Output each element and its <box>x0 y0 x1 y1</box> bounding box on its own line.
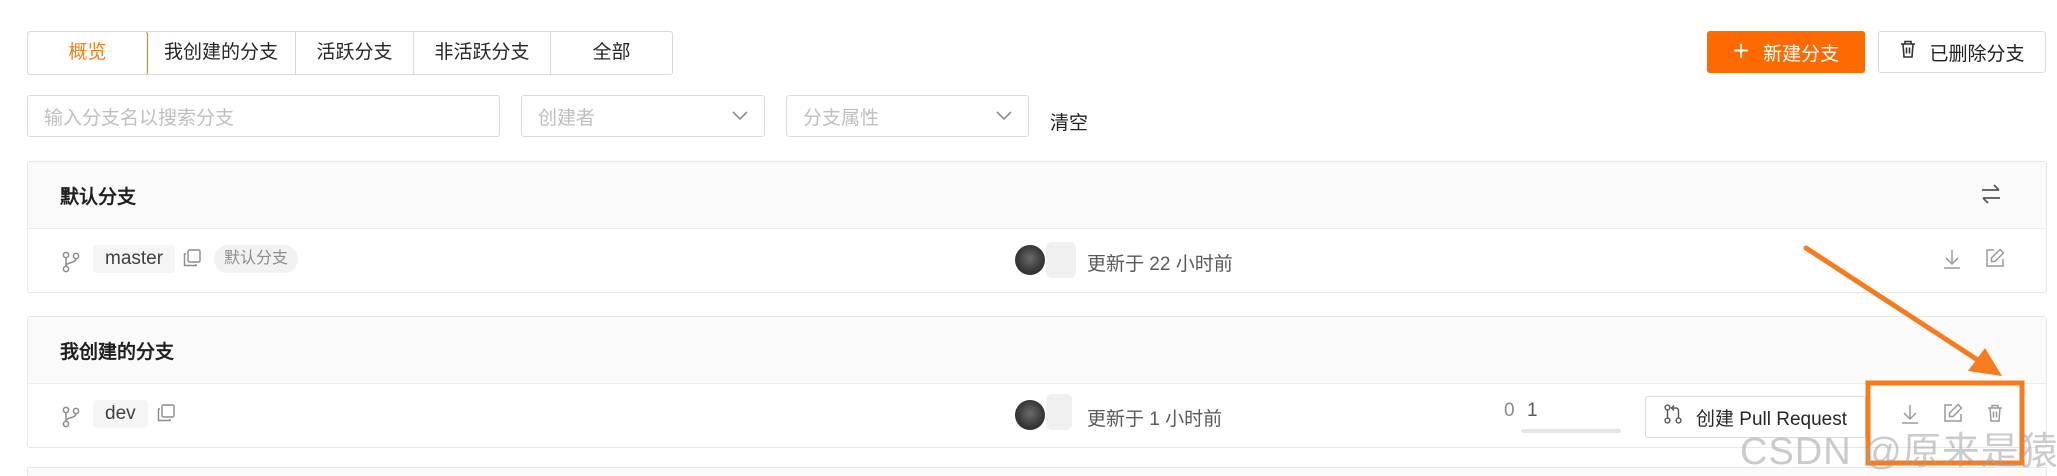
annotation-overlay <box>1803 245 2025 466</box>
annotation-arrow <box>1803 245 1993 371</box>
tab-overview[interactable]: 概览 <box>28 32 148 74</box>
watermark: CSDN @原来是猿 <box>1740 431 2057 473</box>
annotation-arrowhead <box>1968 348 2002 376</box>
